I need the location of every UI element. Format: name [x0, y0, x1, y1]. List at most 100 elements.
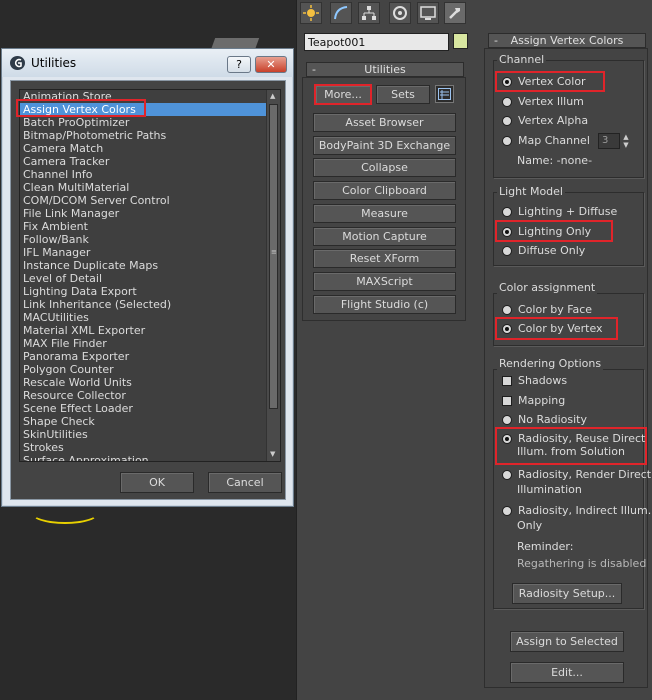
- create-tab[interactable]: [300, 2, 322, 24]
- list-item[interactable]: Scene Effect Loader: [20, 402, 280, 415]
- radio-button: [502, 206, 512, 217]
- configure-sets-button[interactable]: [435, 85, 454, 103]
- radio-lighting-only[interactable]: Lighting Only: [502, 225, 591, 238]
- radio-vertex-alpha[interactable]: Vertex Alpha: [502, 114, 588, 127]
- list-item[interactable]: Fix Ambient: [20, 220, 280, 233]
- channel-group-label: Channel: [497, 53, 547, 66]
- checkbox-mapping[interactable]: Mapping: [502, 394, 565, 407]
- map-channel-spinner-arrows[interactable]: ▲ ▼: [622, 133, 630, 149]
- radio-button: [502, 505, 512, 516]
- object-name-field[interactable]: Teapot001: [304, 33, 449, 51]
- display-tab[interactable]: [417, 2, 439, 24]
- list-item[interactable]: Follow/Bank: [20, 233, 280, 246]
- list-item[interactable]: Resource Collector: [20, 389, 280, 402]
- highlight-assign-vertex-colors: [16, 99, 146, 117]
- radio-vertex-illum[interactable]: Vertex Illum: [502, 95, 584, 108]
- light-model-group-label: Light Model: [497, 185, 565, 198]
- ok-button[interactable]: OK: [120, 472, 194, 493]
- list-item[interactable]: Camera Match: [20, 142, 280, 155]
- list-item[interactable]: Material XML Exporter: [20, 324, 280, 337]
- color-clipboard-button[interactable]: Color Clipboard: [313, 181, 456, 200]
- radiosity-setup-button[interactable]: Radiosity Setup...: [512, 583, 622, 604]
- motion-tab[interactable]: [389, 2, 411, 24]
- object-color-swatch[interactable]: [453, 33, 468, 49]
- edit-button[interactable]: Edit...: [510, 662, 624, 683]
- list-item[interactable]: Polygon Counter: [20, 363, 280, 376]
- radio-button: [502, 135, 512, 146]
- radio-map-channel[interactable]: Map Channel: [502, 134, 590, 147]
- utilities-list[interactable]: Animation Store Assign Vertex Colors Batch…: [19, 89, 281, 462]
- list-item[interactable]: File Link Manager: [20, 207, 280, 220]
- measure-button[interactable]: Measure: [313, 204, 456, 223]
- list-item[interactable]: Batch ProOptimizer: [20, 116, 280, 129]
- radio-button: [502, 76, 512, 87]
- radio-radiosity-indirect-only[interactable]: Radiosity, Indirect Illum. Only: [502, 504, 651, 532]
- list-item[interactable]: SkinUtilities: [20, 428, 280, 441]
- radio-lighting-diffuse[interactable]: Lighting + Diffuse: [502, 205, 617, 218]
- modify-icon: [334, 6, 348, 20]
- list-item[interactable]: MACUtilities: [20, 311, 280, 324]
- radio-no-radiosity[interactable]: No Radiosity: [502, 413, 587, 426]
- scrollbar-thumb[interactable]: [269, 104, 278, 409]
- assign-vertex-colors-header[interactable]: - Assign Vertex Colors: [488, 33, 646, 48]
- map-channel-spinner-value[interactable]: 3: [598, 133, 620, 149]
- list-item[interactable]: Lighting Data Export: [20, 285, 280, 298]
- more-button[interactable]: More...: [314, 84, 372, 105]
- list-item[interactable]: COM/DCOM Server Control: [20, 194, 280, 207]
- radio-diffuse-only[interactable]: Diffuse Only: [502, 244, 585, 257]
- asset-browser-button[interactable]: Asset Browser: [313, 113, 456, 132]
- sets-button[interactable]: Sets: [376, 85, 430, 104]
- list-item[interactable]: Shape Check: [20, 415, 280, 428]
- radio-label: Radiosity, Render Direct: [518, 468, 652, 481]
- modify-tab[interactable]: [330, 2, 352, 24]
- radio-label: Lighting + Diffuse: [518, 205, 618, 218]
- scroll-down-icon[interactable]: ▼: [270, 450, 275, 458]
- radio-label-line2: Illumination: [517, 483, 582, 496]
- list-item[interactable]: Link Inheritance (Selected): [20, 298, 280, 311]
- radio-color-by-face[interactable]: Color by Face: [502, 303, 592, 316]
- scroll-grip-icon: ≡: [271, 248, 277, 256]
- motion-capture-button[interactable]: Motion Capture: [313, 227, 456, 246]
- radio-radiosity-reuse-direct[interactable]: Radiosity, Reuse Direct Illum. from Solu…: [502, 432, 645, 458]
- reminder-text: Regathering is disabled: [517, 557, 647, 570]
- assign-to-selected-button[interactable]: Assign to Selected: [510, 631, 624, 652]
- list-item[interactable]: Channel Info: [20, 168, 280, 181]
- list-scrollbar[interactable]: ▲ ≡ ▼: [266, 90, 280, 461]
- radio-color-by-vertex[interactable]: Color by Vertex: [502, 322, 603, 335]
- utilities-rollout-header[interactable]: - Utilities: [306, 62, 464, 77]
- hierarchy-tab[interactable]: [358, 2, 380, 24]
- close-button[interactable]: ✕: [255, 56, 287, 73]
- list-item[interactable]: IFL Manager: [20, 246, 280, 259]
- dialog-client-area: Animation Store Assign Vertex Colors Batch…: [10, 80, 286, 500]
- flight-studio-button[interactable]: Flight Studio (c): [313, 295, 456, 314]
- radio-vertex-color[interactable]: Vertex Color: [502, 75, 586, 88]
- scroll-up-icon[interactable]: ▲: [270, 92, 275, 100]
- help-button[interactable]: ?: [227, 56, 251, 73]
- list-item[interactable]: Strokes: [20, 441, 280, 454]
- radio-label: No Radiosity: [518, 413, 587, 426]
- radio-button: [502, 96, 512, 107]
- list-item[interactable]: Surface Approximation: [20, 454, 280, 461]
- dialog-title-bar[interactable]: Utilities ? ✕: [2, 49, 293, 77]
- collapse-icon: -: [312, 63, 316, 76]
- list-item[interactable]: Rescale World Units: [20, 376, 280, 389]
- maxscript-button[interactable]: MAXScript: [313, 272, 456, 291]
- list-item[interactable]: Instance Duplicate Maps: [20, 259, 280, 272]
- list-item[interactable]: Panorama Exporter: [20, 350, 280, 363]
- list-item[interactable]: MAX File Finder: [20, 337, 280, 350]
- radio-label: Lighting Only: [518, 225, 592, 238]
- radio-label: Map Channel: [518, 134, 590, 147]
- radio-button: [502, 469, 512, 480]
- reset-xform-button[interactable]: Reset XForm: [313, 249, 456, 268]
- cancel-button[interactable]: Cancel: [208, 472, 282, 493]
- list-item[interactable]: Clean MultiMaterial: [20, 181, 280, 194]
- list-item[interactable]: Camera Tracker: [20, 155, 280, 168]
- radio-radiosity-render-direct[interactable]: Radiosity, Render Direct Illumination: [502, 468, 651, 496]
- utilities-tab[interactable]: [444, 2, 466, 24]
- bodypaint-exchange-button[interactable]: BodyPaint 3D Exchange: [313, 136, 456, 155]
- list-item[interactable]: Bitmap/Photometric Paths: [20, 129, 280, 142]
- checkbox-shadows[interactable]: Shadows: [502, 374, 567, 387]
- collapse-button[interactable]: Collapse: [313, 158, 456, 177]
- radio-button: [502, 414, 512, 425]
- list-item[interactable]: Level of Detail: [20, 272, 280, 285]
